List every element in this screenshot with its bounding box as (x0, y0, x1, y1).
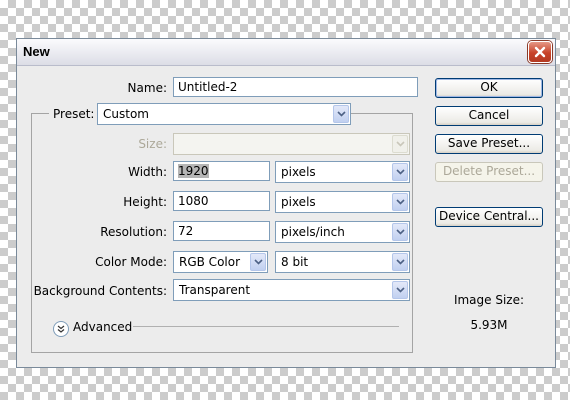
width-label: Width: (128, 165, 167, 179)
resolution-value: 72 (178, 224, 194, 238)
size-select (173, 133, 410, 155)
height-value: 1080 (178, 194, 209, 208)
chevron-down-icon (392, 193, 408, 211)
new-document-dialog: New Name: Untitled-2 Preset: Custom Size… (16, 38, 556, 368)
height-input[interactable]: 1080 (173, 191, 270, 211)
preset-label: Preset: (49, 107, 99, 121)
height-label: Height: (123, 195, 167, 209)
ok-button[interactable]: OK (435, 78, 543, 98)
width-unit-select[interactable]: pixels (275, 161, 410, 183)
name-label: Name: (127, 81, 167, 95)
resolution-input[interactable]: 72 (173, 221, 270, 241)
chevron-down-icon (392, 163, 408, 181)
width-unit: pixels (281, 165, 316, 179)
chevron-down-icon (392, 253, 408, 271)
background-select[interactable]: Transparent (173, 279, 410, 301)
size-label: Size: (138, 137, 167, 151)
preset-select[interactable]: Custom (97, 103, 351, 125)
image-size-value: 5.93M (470, 318, 508, 332)
close-icon (534, 46, 546, 58)
name-value: Untitled-2 (178, 80, 238, 94)
cancel-button[interactable]: Cancel (435, 106, 543, 126)
name-input[interactable]: Untitled-2 (173, 77, 418, 97)
chevron-down-icon (392, 135, 408, 153)
advanced-label[interactable]: Advanced (73, 320, 132, 334)
resolution-unit-select[interactable]: pixels/inch (275, 221, 410, 243)
chevron-down-icon (250, 253, 266, 271)
image-size-label: Image Size: (453, 293, 525, 307)
delete-preset-button: Delete Preset... (435, 162, 543, 182)
bit-depth-value: 8 bit (281, 255, 309, 269)
device-central-button[interactable]: Device Central... (435, 207, 543, 227)
save-preset-button[interactable]: Save Preset... (435, 134, 543, 154)
color-mode-select[interactable]: RGB Color (173, 251, 268, 273)
advanced-divider (133, 326, 399, 327)
width-value: 1920 (178, 164, 209, 178)
chevron-down-icon (392, 281, 408, 299)
chevron-down-icon (392, 223, 408, 241)
preset-value: Custom (103, 107, 149, 121)
close-button[interactable] (528, 41, 552, 63)
background-label: Background Contents: (33, 284, 167, 298)
dialog-title: New (23, 44, 50, 59)
title-bar[interactable]: New (17, 39, 555, 66)
advanced-toggle[interactable] (53, 321, 69, 337)
background-value: Transparent (179, 283, 251, 297)
chevron-down-icon (333, 105, 349, 123)
double-chevron-down-icon (57, 325, 65, 333)
color-mode-label: Color Mode: (95, 255, 167, 269)
height-unit-select[interactable]: pixels (275, 191, 410, 213)
width-input[interactable]: 1920 (173, 161, 270, 181)
bit-depth-select[interactable]: 8 bit (275, 251, 410, 273)
resolution-unit: pixels/inch (281, 225, 345, 239)
color-mode-value: RGB Color (179, 255, 241, 269)
height-unit: pixels (281, 195, 316, 209)
resolution-label: Resolution: (100, 225, 167, 239)
